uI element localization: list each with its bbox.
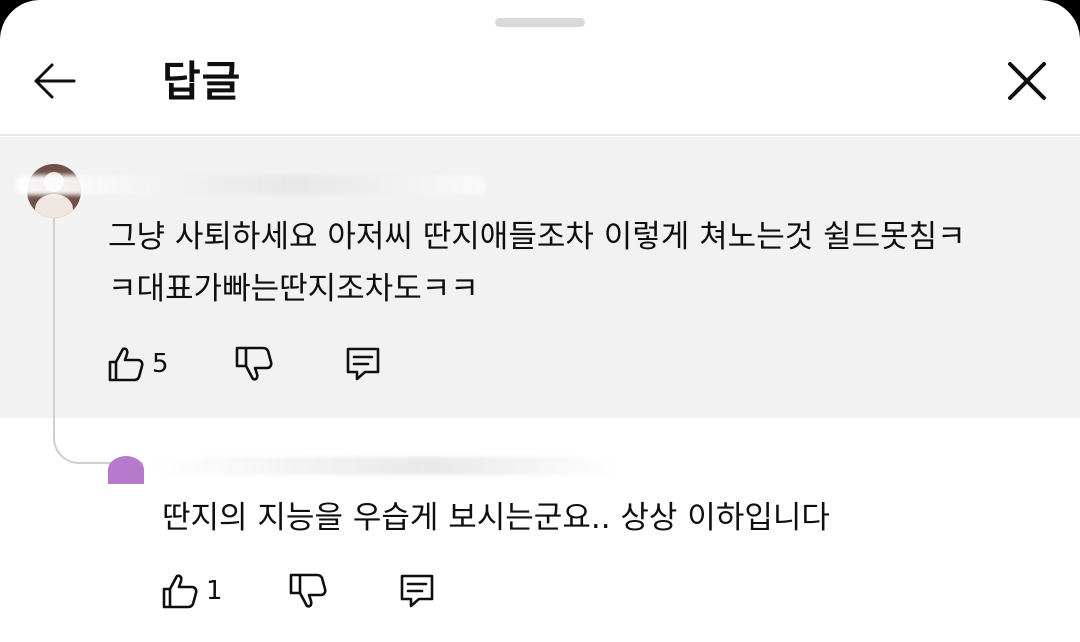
- avatar[interactable]: [108, 456, 144, 484]
- like-button[interactable]: 1: [160, 571, 223, 611]
- comment-text-line: ㅋ대표가빠는딴지조차도ㅋㅋ: [108, 271, 479, 307]
- parent-comment: 그냥 사퇴하세요 아저씨 딴지애들조차 이렇게 쳐노는것 쉴드못침ㅋ ㅋ대표가빠…: [0, 137, 1080, 418]
- thumbs-down-icon: [289, 573, 327, 608]
- page-title: 답글: [162, 57, 242, 106]
- replies-sheet: 답글 그냥 사퇴하세요 아저씨 딴지애들조차 이렇게 쳐노는것 쉴드못침ㅋ ㅋ대…: [0, 0, 1080, 642]
- like-count: 5: [152, 349, 169, 379]
- reply-text: 딴지의 지능을 우습게 보시는군요.. 상상 이하입니다: [162, 500, 830, 536]
- reply-button[interactable]: [343, 344, 383, 384]
- arrow-left-icon: [34, 63, 76, 99]
- reply-button[interactable]: [397, 571, 437, 611]
- comment-text-line: 그냥 사퇴하세요 아저씨 딴지애들조차 이렇게 쳐노는것 쉴드못침ㅋ: [108, 219, 966, 255]
- comment-icon: [346, 347, 379, 381]
- close-button[interactable]: [1004, 58, 1050, 104]
- thumbs-up-icon: [162, 574, 198, 609]
- drag-handle[interactable]: [495, 18, 585, 27]
- dislike-button[interactable]: [233, 344, 273, 384]
- thumbs-down-icon: [235, 346, 273, 381]
- header: 답글: [0, 40, 1080, 136]
- thread-connector-line: [53, 218, 143, 464]
- reply-actions: 1: [160, 571, 437, 611]
- comment-icon: [400, 574, 433, 608]
- comment-actions: 5: [106, 344, 383, 384]
- redacted-author-meta: [150, 457, 620, 475]
- close-icon: [1008, 62, 1046, 100]
- like-count: 1: [206, 576, 223, 606]
- dislike-button[interactable]: [287, 571, 327, 611]
- back-button[interactable]: [30, 60, 80, 102]
- redacted-author-meta: [16, 175, 486, 195]
